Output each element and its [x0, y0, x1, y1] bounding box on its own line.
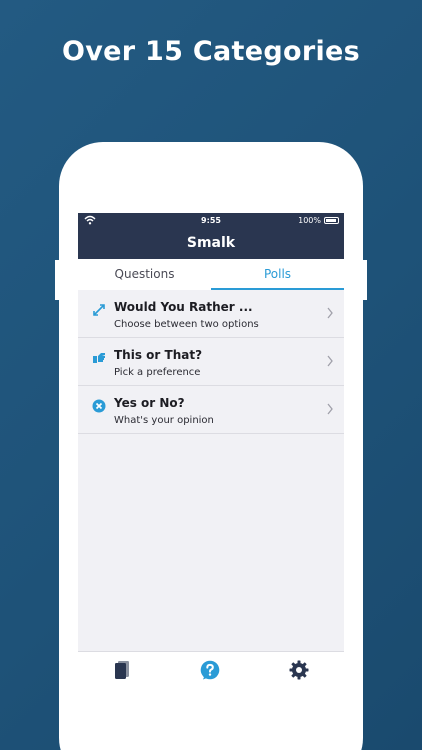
chevron-right-icon [327, 403, 333, 415]
chevron-right-icon [327, 355, 333, 367]
pointing-hand-icon [93, 353, 105, 363]
row-title: Would You Rather ... [114, 300, 253, 314]
battery-icon [324, 217, 339, 224]
list-item-would-you-rather[interactable]: Would You Rather ... Choose between two … [78, 290, 344, 338]
segmented-tabs: Questions Polls [78, 259, 344, 290]
gear-icon[interactable] [289, 660, 309, 680]
category-list: Would You Rather ... Choose between two … [78, 290, 344, 434]
chevron-right-icon [327, 307, 333, 319]
tab-polls[interactable]: Polls [211, 259, 344, 290]
row-title: This or That? [114, 348, 203, 362]
x-circle-icon [92, 399, 106, 413]
question-bubble-icon[interactable] [200, 660, 220, 680]
nav-bar: Smalk [78, 229, 344, 259]
row-subtitle: What's your opinion [114, 415, 214, 426]
battery-percent: 100% [298, 216, 321, 225]
headline: Over 15 Categories [61, 36, 361, 67]
app-screen: 9:55 100% Smalk Questions Polls Would Yo… [78, 213, 344, 750]
phone-side-button-right [363, 260, 367, 300]
phone-side-button-left [55, 260, 59, 300]
list-item-this-or-that[interactable]: This or That? Pick a preference [78, 338, 344, 386]
tab-questions[interactable]: Questions [78, 259, 211, 290]
bottom-tab-bar [78, 651, 344, 750]
row-subtitle: Pick a preference [114, 367, 201, 378]
expand-arrows-icon [93, 304, 105, 316]
row-title: Yes or No? [114, 396, 185, 410]
list-item-yes-or-no[interactable]: Yes or No? What's your opinion [78, 386, 344, 434]
app-title: Smalk [186, 235, 236, 251]
status-bar: 9:55 100% [78, 213, 344, 229]
row-subtitle: Choose between two options [114, 319, 259, 330]
cards-icon[interactable] [112, 660, 132, 680]
